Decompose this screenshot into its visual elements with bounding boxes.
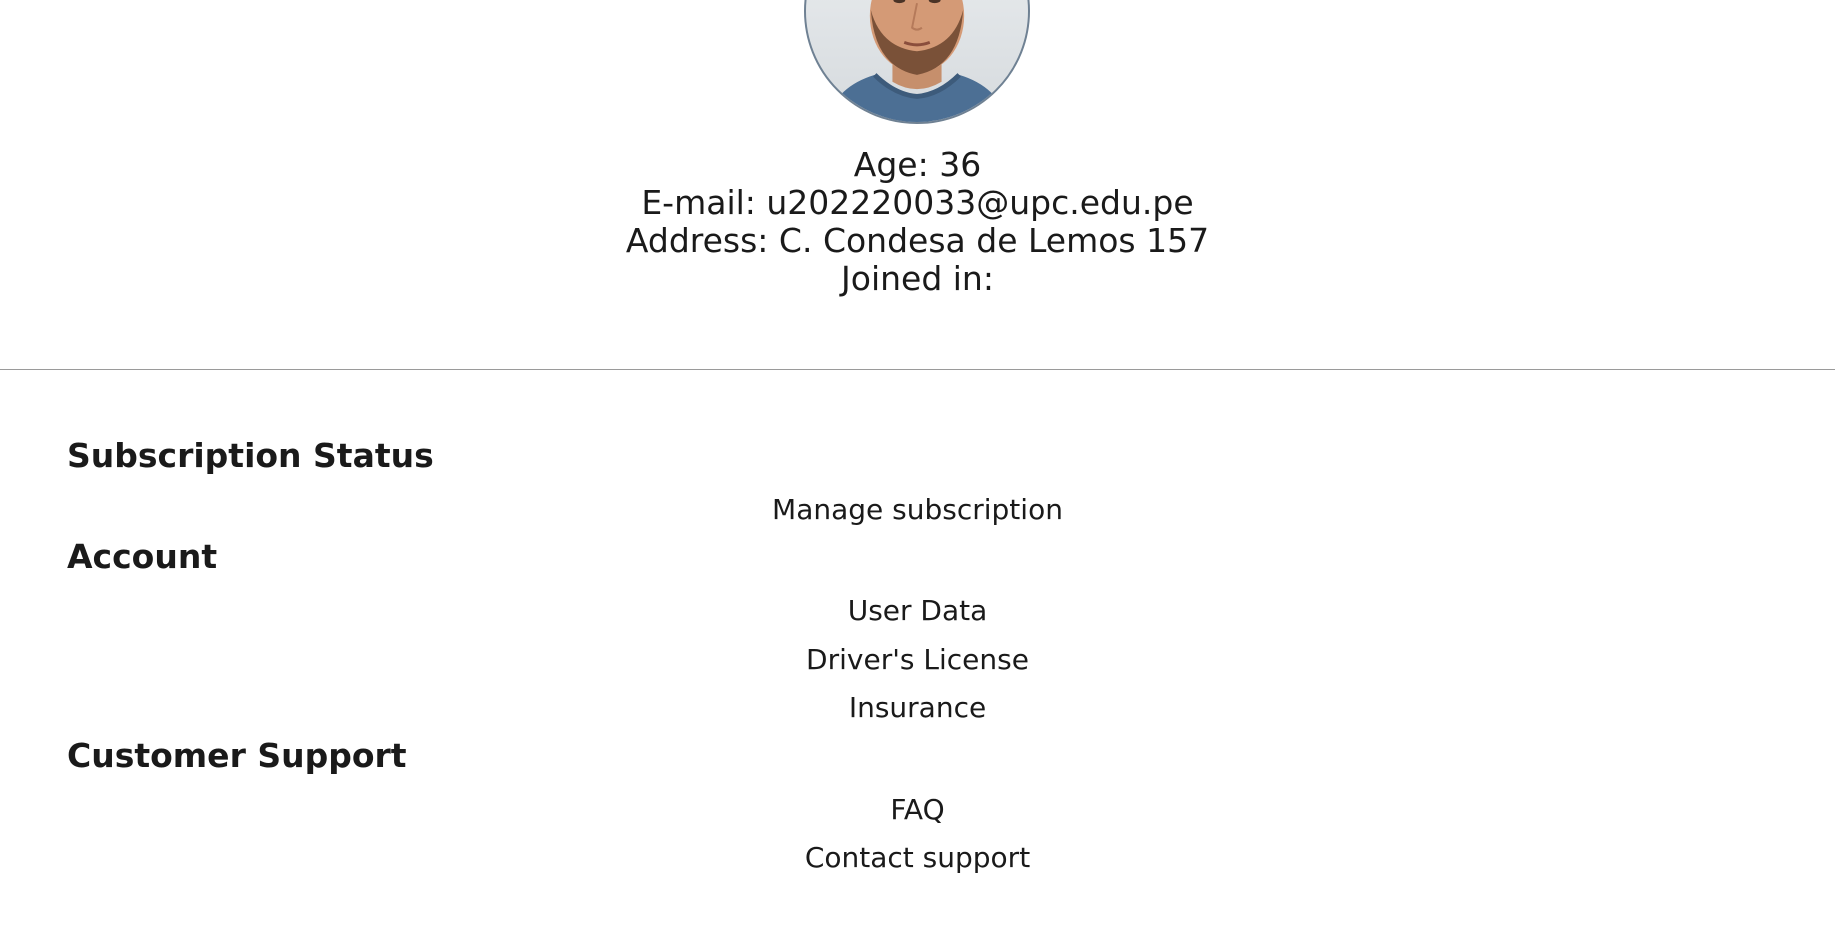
manage-subscription-link[interactable]: Manage subscription — [0, 492, 1835, 528]
drivers-license-label[interactable]: Driver's License — [806, 643, 1029, 676]
manage-subscription-label[interactable]: Manage subscription — [772, 493, 1063, 526]
contact-support-link[interactable]: Contact support — [0, 840, 1835, 876]
insurance-label[interactable]: Insurance — [849, 691, 986, 724]
avatar-photo — [825, 0, 1009, 122]
faq-link[interactable]: FAQ — [0, 792, 1835, 828]
section-title-customer-support: Customer Support — [67, 736, 407, 775]
age-text: Age: 36 — [853, 145, 982, 184]
section-title-subscription: Subscription Status — [67, 436, 434, 475]
divider — [0, 369, 1835, 370]
insurance-link[interactable]: Insurance — [0, 690, 1835, 726]
joined-text: Joined in: — [841, 259, 994, 298]
email-text: E-mail: u202220033@upc.edu.pe — [641, 183, 1194, 222]
user-data-label[interactable]: User Data — [848, 594, 988, 627]
user-data-link[interactable]: User Data — [0, 593, 1835, 629]
profile-details: Age: 36 E-mail: u202220033@upc.edu.pe Ad… — [0, 146, 1835, 298]
faq-label[interactable]: FAQ — [890, 793, 944, 826]
drivers-license-link[interactable]: Driver's License — [0, 642, 1835, 678]
section-title-account: Account — [67, 537, 218, 576]
profile-page: Age: 36 E-mail: u202220033@upc.edu.pe Ad… — [0, 0, 1835, 939]
address-text: Address: C. Condesa de Lemos 157 — [625, 221, 1210, 260]
avatar — [804, 0, 1030, 124]
contact-support-label[interactable]: Contact support — [805, 841, 1030, 874]
